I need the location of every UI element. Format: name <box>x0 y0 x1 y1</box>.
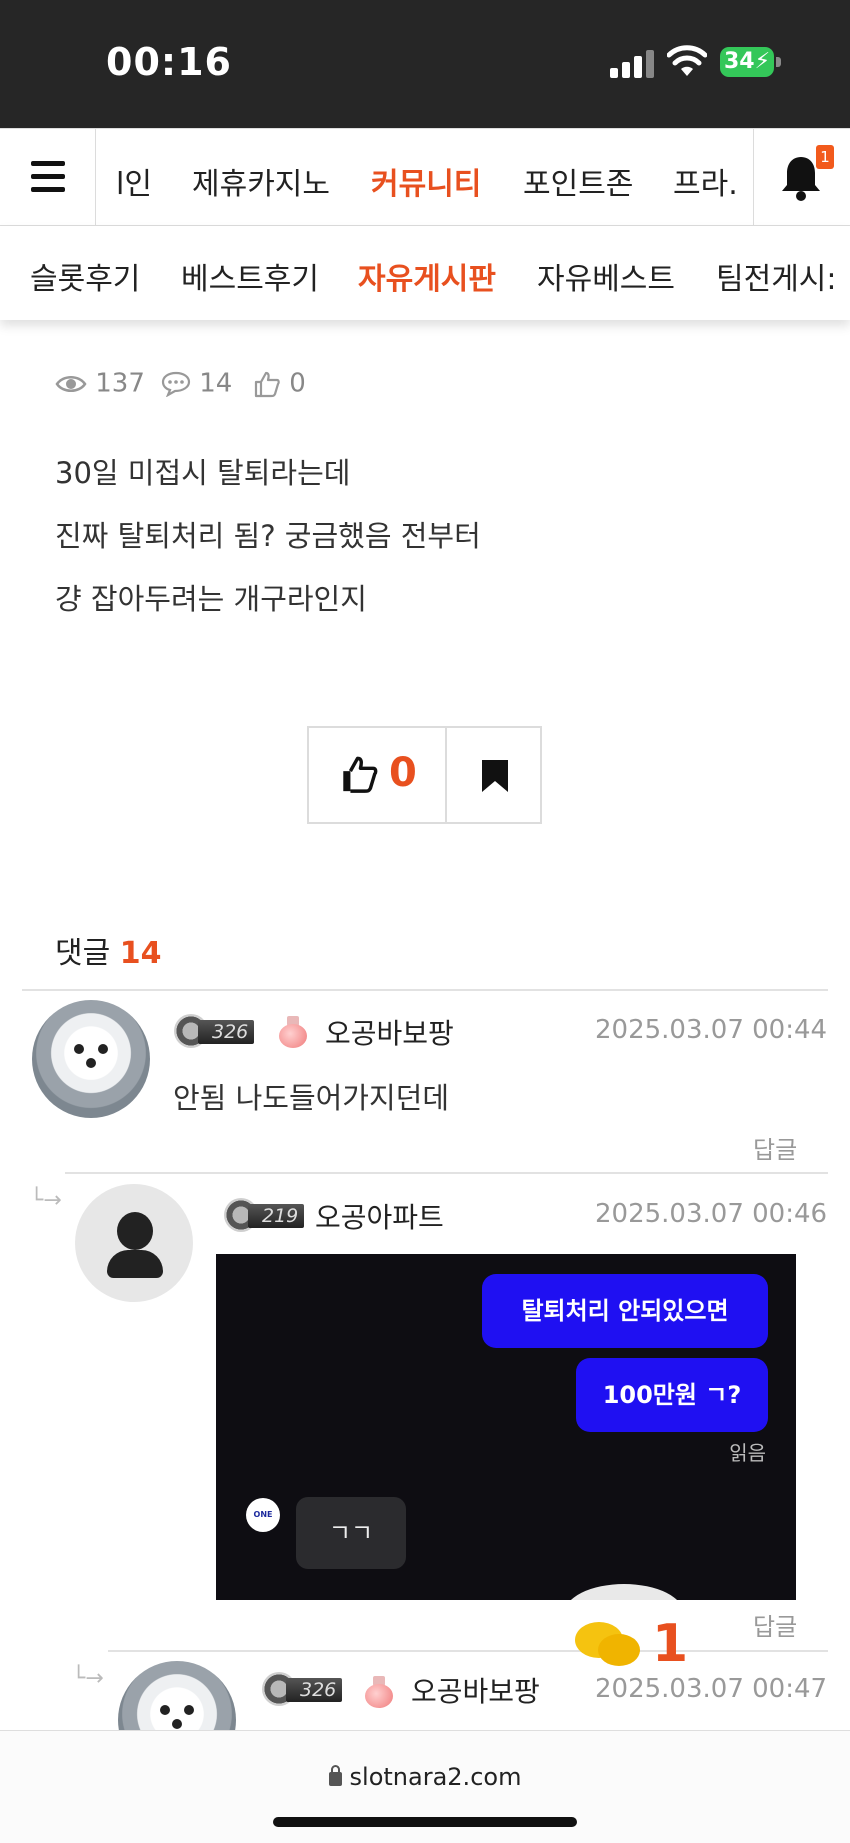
battery-icon: 34⚡ <box>720 47 781 77</box>
home-indicator[interactable] <box>273 1817 577 1827</box>
bookmark-icon <box>482 760 508 792</box>
chat-bubble: ㄱㄱ <box>296 1497 406 1569</box>
eye-icon <box>55 375 87 392</box>
url-text: slotnara2.com <box>349 1763 522 1791</box>
main-nav-items: l인 제휴카지노 커뮤니티 포인트존 프라. <box>96 129 753 226</box>
reply-link[interactable]: 답글 <box>753 1607 797 1642</box>
divider <box>108 1650 828 1652</box>
menu-icon <box>31 161 65 166</box>
subnav-slot-review[interactable]: 슬롯후기 <box>30 254 140 298</box>
image-overlay-button <box>564 1584 684 1600</box>
status-time: 00:16 <box>106 40 232 84</box>
reply-arrow-icon: └→ <box>72 1666 104 1691</box>
avatar[interactable] <box>118 1661 236 1730</box>
nav-item-pra[interactable]: 프라. <box>673 159 738 203</box>
speech-bubble-icon <box>161 371 191 398</box>
comments-heading: 댓글 14 <box>55 928 162 972</box>
subnav-best-review[interactable]: 베스트후기 <box>181 254 319 298</box>
post-card: 137 14 0 30일 미접시 탈퇴라는데 진짜 탈퇴처리 됨? 궁금했음 전… <box>22 320 828 1730</box>
comment-author[interactable]: 오공바보팡 <box>411 1670 540 1710</box>
cellular-signal-icon <box>610 50 654 78</box>
chat-bubble: 탈퇴처리 안되있으면 <box>482 1274 768 1348</box>
nav-item-point-zone[interactable]: 포인트존 <box>523 159 633 203</box>
bookmark-button[interactable] <box>447 728 540 822</box>
nav-item-community[interactable]: 커뮤니티 <box>371 159 481 203</box>
post-body-line: 30일 미접시 탈퇴라는데 <box>55 456 351 490</box>
view-count: 137 <box>55 368 145 399</box>
comment-author[interactable]: 오공바보팡 <box>325 1012 454 1052</box>
nav-item-login[interactable]: l인 <box>116 159 152 203</box>
sub-nav: 슬롯후기 베스트후기 자유게시판 자유베스트 팀전게시: <box>0 226 850 320</box>
like-count: 0 <box>253 368 306 399</box>
potion-icon <box>276 1014 310 1050</box>
comment-attached-image[interactable]: 탈퇴처리 안되있으면 100만원 ㄱ? 읽음 ONE ㄱㄱ <box>216 1254 796 1600</box>
comment-author[interactable]: 오공아파트 <box>315 1196 444 1236</box>
chat-count: 1 <box>652 1614 689 1674</box>
comment-count: 14 <box>161 368 232 399</box>
thumbs-up-icon <box>343 756 378 793</box>
bell-icon <box>782 157 820 201</box>
reply-arrow-icon: └→ <box>30 1188 62 1213</box>
comments-title: 댓글 <box>55 936 111 971</box>
potion-icon <box>362 1674 396 1710</box>
reply-link[interactable]: 답글 <box>753 1130 797 1165</box>
divider <box>22 989 828 991</box>
lock-icon <box>328 1765 342 1786</box>
subnav-free-board[interactable]: 자유게시판 <box>358 254 496 298</box>
subnav-free-best[interactable]: 자유베스트 <box>537 254 675 298</box>
comment-text: 안됨 나도들어가지던데 <box>173 1081 450 1115</box>
avatar[interactable] <box>32 1000 150 1118</box>
post-body-line: 걍 잡아두려는 개구라인지 <box>55 582 367 616</box>
avatar[interactable] <box>75 1184 193 1302</box>
post-action-box: 0 <box>307 726 542 824</box>
subnav-team-board[interactable]: 팀전게시: <box>716 254 837 298</box>
main-nav: l인 제휴카지노 커뮤니티 포인트존 프라. 1 <box>0 128 850 226</box>
browser-address-bar: slotnara2.com <box>0 1730 850 1843</box>
like-button[interactable]: 0 <box>309 728 447 822</box>
comment-date: 2025.03.07 00:46 <box>595 1199 828 1229</box>
comments-count: 14 <box>119 936 162 971</box>
chat-floating-button[interactable]: 1 <box>570 1612 690 1680</box>
nav-item-partner-casino[interactable]: 제휴카지노 <box>192 159 330 203</box>
comment-date: 2025.03.07 00:44 <box>595 1015 828 1045</box>
status-bar: 00:16 34⚡ <box>0 0 850 128</box>
read-indicator: 읽음 <box>729 1441 766 1465</box>
battery-level: 34 <box>724 49 755 74</box>
divider <box>65 1172 828 1174</box>
menu-hamburger-button[interactable] <box>0 129 96 226</box>
url-display[interactable]: slotnara2.com <box>0 1763 850 1791</box>
notification-badge: 1 <box>816 145 834 169</box>
notification-button[interactable]: 1 <box>753 129 850 226</box>
wifi-icon <box>667 45 707 76</box>
chat-avatar: ONE <box>246 1498 280 1532</box>
chat-bubble: 100만원 ㄱ? <box>576 1358 768 1432</box>
post-body-line: 진짜 탈퇴처리 됨? 궁금했음 전부터 <box>55 519 481 553</box>
thumbs-up-icon <box>254 371 280 397</box>
like-button-count: 0 <box>389 750 417 796</box>
